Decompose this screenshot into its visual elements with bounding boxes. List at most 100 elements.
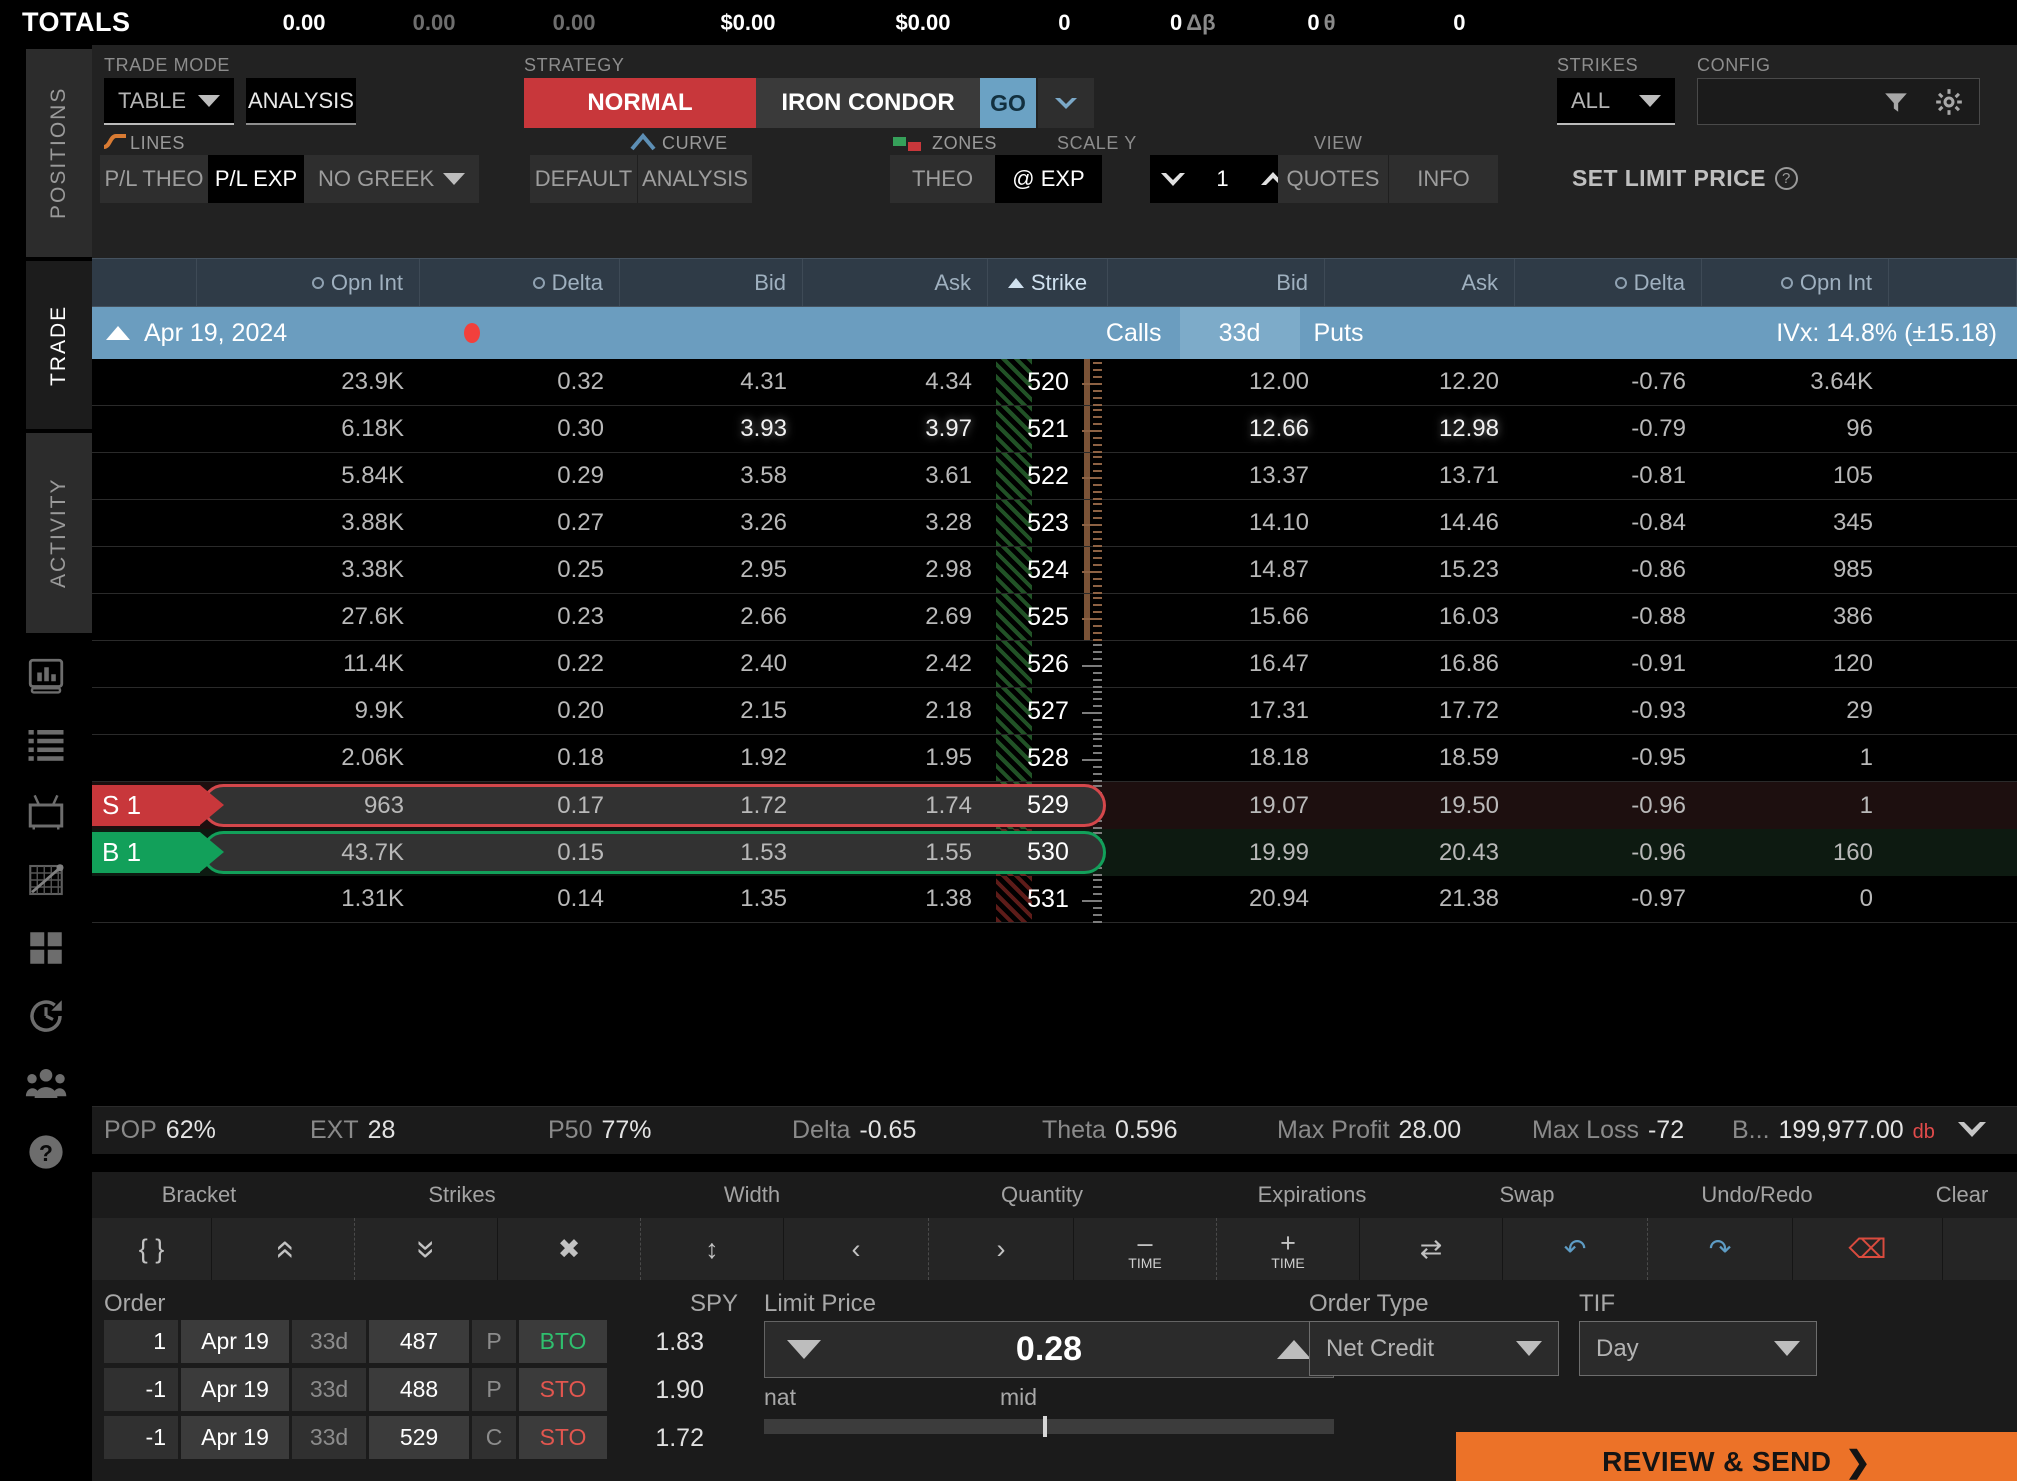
calls-ask-cell[interactable]: 1.38 bbox=[803, 876, 988, 922]
calls-open-interest-cell[interactable]: 3.88K bbox=[197, 500, 420, 546]
leg-expiration[interactable]: Apr 19 bbox=[181, 1320, 289, 1363]
time-minus-button[interactable]: – TIME bbox=[1074, 1218, 1217, 1280]
header-calls-delta[interactable]: Delta bbox=[420, 259, 620, 306]
sell-order-marker[interactable]: S 1 bbox=[92, 785, 224, 826]
calls-ask-cell[interactable]: 1.55 bbox=[803, 829, 988, 876]
puts-bid-cell[interactable]: 14.10 bbox=[1108, 500, 1325, 546]
calls-ask-cell[interactable]: 1.95 bbox=[803, 735, 988, 781]
sidebar-tab-activity[interactable]: ACTIVITY bbox=[26, 433, 92, 633]
puts-ask-cell[interactable]: 18.59 bbox=[1325, 735, 1515, 781]
calls-open-interest-cell[interactable]: 23.9K bbox=[197, 359, 420, 405]
puts-open-interest-cell[interactable]: 29 bbox=[1702, 688, 1889, 734]
leg-expiration[interactable]: Apr 19 bbox=[181, 1416, 289, 1459]
review-and-send-button[interactable]: REVIEW & SEND ❯ bbox=[1456, 1432, 2017, 1481]
strike-cell[interactable]: 530 bbox=[988, 829, 1108, 876]
calls-ask-cell[interactable]: 2.18 bbox=[803, 688, 988, 734]
calls-delta-cell[interactable]: 0.29 bbox=[420, 453, 620, 499]
strike-cell[interactable]: 528 bbox=[988, 735, 1108, 781]
puts-ask-cell[interactable]: 20.43 bbox=[1325, 829, 1515, 876]
bracket-button[interactable]: { } bbox=[92, 1218, 212, 1280]
calls-delta-cell[interactable]: 0.22 bbox=[420, 641, 620, 687]
table-row[interactable]: 2.06K 0.18 1.92 1.95 528 18.18 18.59 -0.95 1 bbox=[92, 735, 2017, 782]
strategy-normal-button[interactable]: NORMAL bbox=[524, 78, 756, 128]
price-slider-thumb[interactable] bbox=[1043, 1416, 1047, 1437]
config-box[interactable] bbox=[1697, 78, 1980, 125]
calls-ask-cell[interactable]: 1.74 bbox=[803, 782, 988, 829]
header-calls-bid[interactable]: Bid bbox=[620, 259, 803, 306]
puts-open-interest-cell[interactable]: 120 bbox=[1702, 641, 1889, 687]
book-chart-icon[interactable] bbox=[25, 655, 67, 697]
help-icon[interactable]: ? bbox=[25, 1131, 67, 1173]
strategy-dropdown-button[interactable] bbox=[1038, 78, 1094, 128]
leg-days-to-expiration[interactable]: 33d bbox=[292, 1416, 366, 1459]
filter-icon[interactable] bbox=[1883, 89, 1909, 115]
leg-quantity[interactable]: 1 bbox=[104, 1320, 178, 1363]
undo-button[interactable]: ↶ bbox=[1503, 1218, 1648, 1280]
header-calls-ask[interactable]: Ask bbox=[803, 259, 988, 306]
table-row[interactable]: 23.9K 0.32 4.31 4.34 520 12.00 12.20 -0.76 3.64K bbox=[92, 359, 2017, 406]
width-widen-button[interactable]: ↕ bbox=[641, 1218, 784, 1280]
set-limit-price-control[interactable]: SET LIMIT PRICE ? bbox=[1572, 165, 1798, 192]
calls-bid-cell[interactable]: 2.40 bbox=[620, 641, 803, 687]
calls-bid-cell[interactable]: 1.35 bbox=[620, 876, 803, 922]
people-icon[interactable] bbox=[25, 1063, 67, 1105]
leg-action[interactable]: STO bbox=[519, 1368, 607, 1411]
puts-open-interest-cell[interactable]: 386 bbox=[1702, 594, 1889, 640]
leg-expiration[interactable]: Apr 19 bbox=[181, 1368, 289, 1411]
calls-ask-cell[interactable]: 3.97 bbox=[803, 406, 988, 452]
calls-bid-cell[interactable]: 3.26 bbox=[620, 500, 803, 546]
calls-open-interest-cell[interactable]: 3.38K bbox=[197, 547, 420, 593]
puts-open-interest-cell[interactable]: 345 bbox=[1702, 500, 1889, 546]
table-row[interactable]: 1.31K 0.14 1.35 1.38 531 20.94 21.38 -0.97 0 bbox=[92, 876, 2017, 923]
zones-theo-button[interactable]: THEO bbox=[890, 155, 995, 203]
table-row[interactable]: 6.18K 0.30 3.93 3.97 521 12.66 12.98 -0.79 96 bbox=[92, 406, 2017, 453]
curve-default-button[interactable]: DEFAULT bbox=[530, 155, 637, 203]
leg-strike[interactable]: 487 bbox=[369, 1320, 469, 1363]
puts-bid-cell[interactable]: 12.66 bbox=[1108, 406, 1325, 452]
calls-ask-cell[interactable]: 3.28 bbox=[803, 500, 988, 546]
four-squares-icon[interactable] bbox=[25, 927, 67, 969]
puts-ask-cell[interactable]: 17.72 bbox=[1325, 688, 1515, 734]
calls-delta-cell[interactable]: 0.17 bbox=[420, 782, 620, 829]
calls-bid-cell[interactable]: 1.53 bbox=[620, 829, 803, 876]
calls-open-interest-cell[interactable]: 963 bbox=[197, 782, 420, 829]
calls-delta-cell[interactable]: 0.14 bbox=[420, 876, 620, 922]
puts-bid-cell[interactable]: 19.07 bbox=[1108, 782, 1325, 829]
pl-theo-button[interactable]: P/L THEO bbox=[100, 155, 208, 203]
puts-ask-cell[interactable]: 12.98 bbox=[1325, 406, 1515, 452]
puts-open-interest-cell[interactable]: 160 bbox=[1702, 829, 1889, 876]
puts-delta-cell[interactable]: -0.81 bbox=[1515, 453, 1702, 499]
calls-open-interest-cell[interactable]: 6.18K bbox=[197, 406, 420, 452]
list-icon[interactable] bbox=[25, 723, 67, 765]
strategy-name-button[interactable]: IRON CONDOR bbox=[756, 78, 980, 128]
puts-ask-cell[interactable]: 16.86 bbox=[1325, 641, 1515, 687]
table-row[interactable]: 3.88K 0.27 3.26 3.28 523 14.10 14.46 -0.84 345 bbox=[92, 500, 2017, 547]
limit-price-input[interactable]: 0.28 bbox=[764, 1321, 1334, 1378]
puts-open-interest-cell[interactable]: 105 bbox=[1702, 453, 1889, 499]
strike-cell[interactable]: 521 bbox=[988, 406, 1108, 452]
puts-delta-cell[interactable]: -0.96 bbox=[1515, 829, 1702, 876]
puts-ask-cell[interactable]: 13.71 bbox=[1325, 453, 1515, 499]
greek-select[interactable]: NO GREEK bbox=[304, 155, 479, 203]
puts-bid-cell[interactable]: 15.66 bbox=[1108, 594, 1325, 640]
strike-cell[interactable]: 522 bbox=[988, 453, 1108, 499]
calls-ask-cell[interactable]: 4.34 bbox=[803, 359, 988, 405]
calls-delta-cell[interactable]: 0.23 bbox=[420, 594, 620, 640]
calls-bid-cell[interactable]: 4.31 bbox=[620, 359, 803, 405]
strike-cell[interactable]: 520 bbox=[988, 359, 1108, 405]
sidebar-tab-positions[interactable]: POSITIONS bbox=[26, 49, 92, 257]
quantity-decrease-button[interactable]: ‹ bbox=[784, 1218, 929, 1280]
strike-cell[interactable]: 526 bbox=[988, 641, 1108, 687]
calls-bid-cell[interactable]: 1.92 bbox=[620, 735, 803, 781]
calls-delta-cell[interactable]: 0.30 bbox=[420, 406, 620, 452]
calls-ask-cell[interactable]: 2.98 bbox=[803, 547, 988, 593]
leg-quantity[interactable]: -1 bbox=[104, 1368, 178, 1411]
limit-decrease-button[interactable] bbox=[787, 1340, 821, 1359]
puts-delta-cell[interactable]: -0.91 bbox=[1515, 641, 1702, 687]
view-info-button[interactable]: INFO bbox=[1388, 155, 1498, 203]
puts-ask-cell[interactable]: 14.46 bbox=[1325, 500, 1515, 546]
puts-open-interest-cell[interactable]: 96 bbox=[1702, 406, 1889, 452]
tv-icon[interactable] bbox=[25, 791, 67, 833]
table-row[interactable]: 5.84K 0.29 3.58 3.61 522 13.37 13.71 -0.81 105 bbox=[92, 453, 2017, 500]
order-leg-row[interactable]: 1 Apr 19 33d 487 P BTO bbox=[104, 1320, 610, 1363]
